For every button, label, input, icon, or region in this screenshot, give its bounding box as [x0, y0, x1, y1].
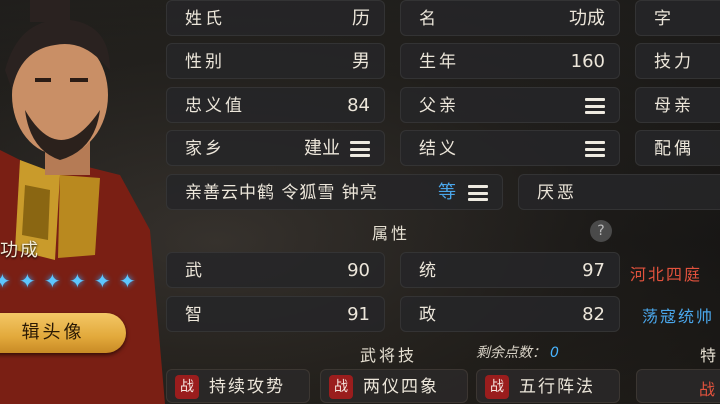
star-icon: ✦ [44, 269, 61, 293]
gender-value: 男 [352, 51, 370, 72]
likes-field: 亲善云中鹤 令狐雪 钟亮 等 [166, 174, 503, 210]
martial-value: 90 [347, 260, 370, 281]
title-link-blue[interactable]: 荡寇统帅 [642, 303, 714, 327]
birth-year-field: 生年 160 [400, 43, 620, 79]
battle-tag-icon: 战 [485, 375, 509, 399]
star-icon: ✦ [0, 269, 11, 293]
attributes-title: 属性 [372, 224, 411, 243]
skill-item[interactable]: 战 持续攻势 [166, 369, 310, 403]
likes-text: 亲善云中鹤 令狐雪 钟亮 [185, 183, 378, 203]
star-icon: ✦ [19, 269, 36, 293]
dislikes-label: 厌恶 [537, 183, 577, 203]
skill-item[interactable]: 战 五行阵法 [476, 369, 620, 403]
leadership-value: 97 [582, 260, 605, 281]
hometown-field: 家乡 建业 [166, 130, 385, 166]
special-skill-partial: 战 [699, 380, 718, 399]
hero-portrait: 功成 ✦ ✦ ✦ ✦ ✦ ✦ 辑头像 [0, 0, 165, 404]
surname-field: 姓氏 历 [166, 0, 385, 36]
skill-item[interactable]: 战 两仪四象 [320, 369, 468, 403]
father-list-icon[interactable] [585, 98, 605, 114]
loyalty-field: 忠义值 84 [166, 87, 385, 123]
likes-list-icon[interactable] [468, 185, 488, 201]
remaining-points-value: 0 [550, 345, 559, 361]
hometown-value: 建业 [304, 138, 340, 159]
given-name-label: 名 [419, 9, 439, 29]
skill-power-label: 技力 [654, 52, 694, 72]
intelligence-label: 智 [185, 305, 205, 325]
given-name-field: 名 功成 [400, 0, 620, 36]
remaining-points: 剩余点数： 0 [476, 342, 559, 362]
surname-value: 历 [352, 8, 370, 29]
edit-portrait-button[interactable]: 辑头像 [0, 313, 126, 353]
gender-label: 性别 [185, 52, 225, 72]
skill-name: 五行阵法 [519, 377, 595, 397]
mother-field: 母亲 [635, 87, 720, 123]
gender-field: 性别 男 [166, 43, 385, 79]
intelligence-value: 91 [347, 304, 370, 325]
star-icon: ✦ [94, 269, 111, 293]
skill-power-field: 技力 [635, 43, 720, 79]
birth-year-label: 生年 [419, 52, 459, 72]
spouse-label: 配偶 [654, 139, 694, 159]
mother-label: 母亲 [654, 96, 694, 116]
skill-name: 持续攻势 [209, 377, 285, 397]
skill-name: 两仪四象 [363, 377, 439, 397]
courtesy-name-field: 字 [635, 0, 720, 36]
star-rating: ✦ ✦ ✦ ✦ ✦ ✦ [0, 270, 139, 292]
intelligence-field: 智 91 [166, 296, 385, 332]
martial-label: 武 [185, 261, 205, 281]
star-icon: ✦ [119, 269, 136, 293]
leadership-field: 统 97 [400, 252, 620, 288]
father-label: 父亲 [419, 96, 459, 116]
hometown-list-icon[interactable] [350, 141, 370, 157]
given-name-value: 功成 [569, 8, 605, 29]
courtesy-name-label: 字 [654, 9, 674, 29]
martial-field: 武 90 [166, 252, 385, 288]
politics-field: 政 82 [400, 296, 620, 332]
spouse-field: 配偶 [635, 130, 720, 166]
title-link-red[interactable]: 河北四庭 [630, 261, 702, 285]
politics-value: 82 [582, 304, 605, 325]
birth-year-value: 160 [570, 51, 605, 72]
star-icon: ✦ [69, 269, 86, 293]
loyalty-value: 84 [347, 95, 370, 116]
battle-tag-icon: 战 [175, 375, 199, 399]
battle-tag-icon: 战 [329, 375, 353, 399]
sworn-sibling-label: 结义 [419, 139, 459, 159]
dislikes-field: 厌恶 [518, 174, 720, 210]
help-icon[interactable]: ? [590, 220, 612, 242]
likes-more-link[interactable]: 等 [438, 175, 456, 211]
special-skill-item[interactable]: 战 [636, 369, 720, 403]
hero-name: 功成 [0, 240, 40, 261]
surname-label: 姓氏 [185, 9, 225, 29]
sworn-sibling-list-icon[interactable] [585, 141, 605, 157]
sworn-sibling-field: 结义 [400, 130, 620, 166]
father-field: 父亲 [400, 87, 620, 123]
hometown-label: 家乡 [185, 139, 225, 159]
remaining-points-label: 剩余点数： [476, 345, 546, 361]
leadership-label: 统 [419, 261, 439, 281]
special-title: 特 [700, 346, 720, 365]
skills-title: 武将技 [360, 346, 418, 365]
loyalty-label: 忠义值 [185, 96, 245, 116]
politics-label: 政 [419, 305, 439, 325]
